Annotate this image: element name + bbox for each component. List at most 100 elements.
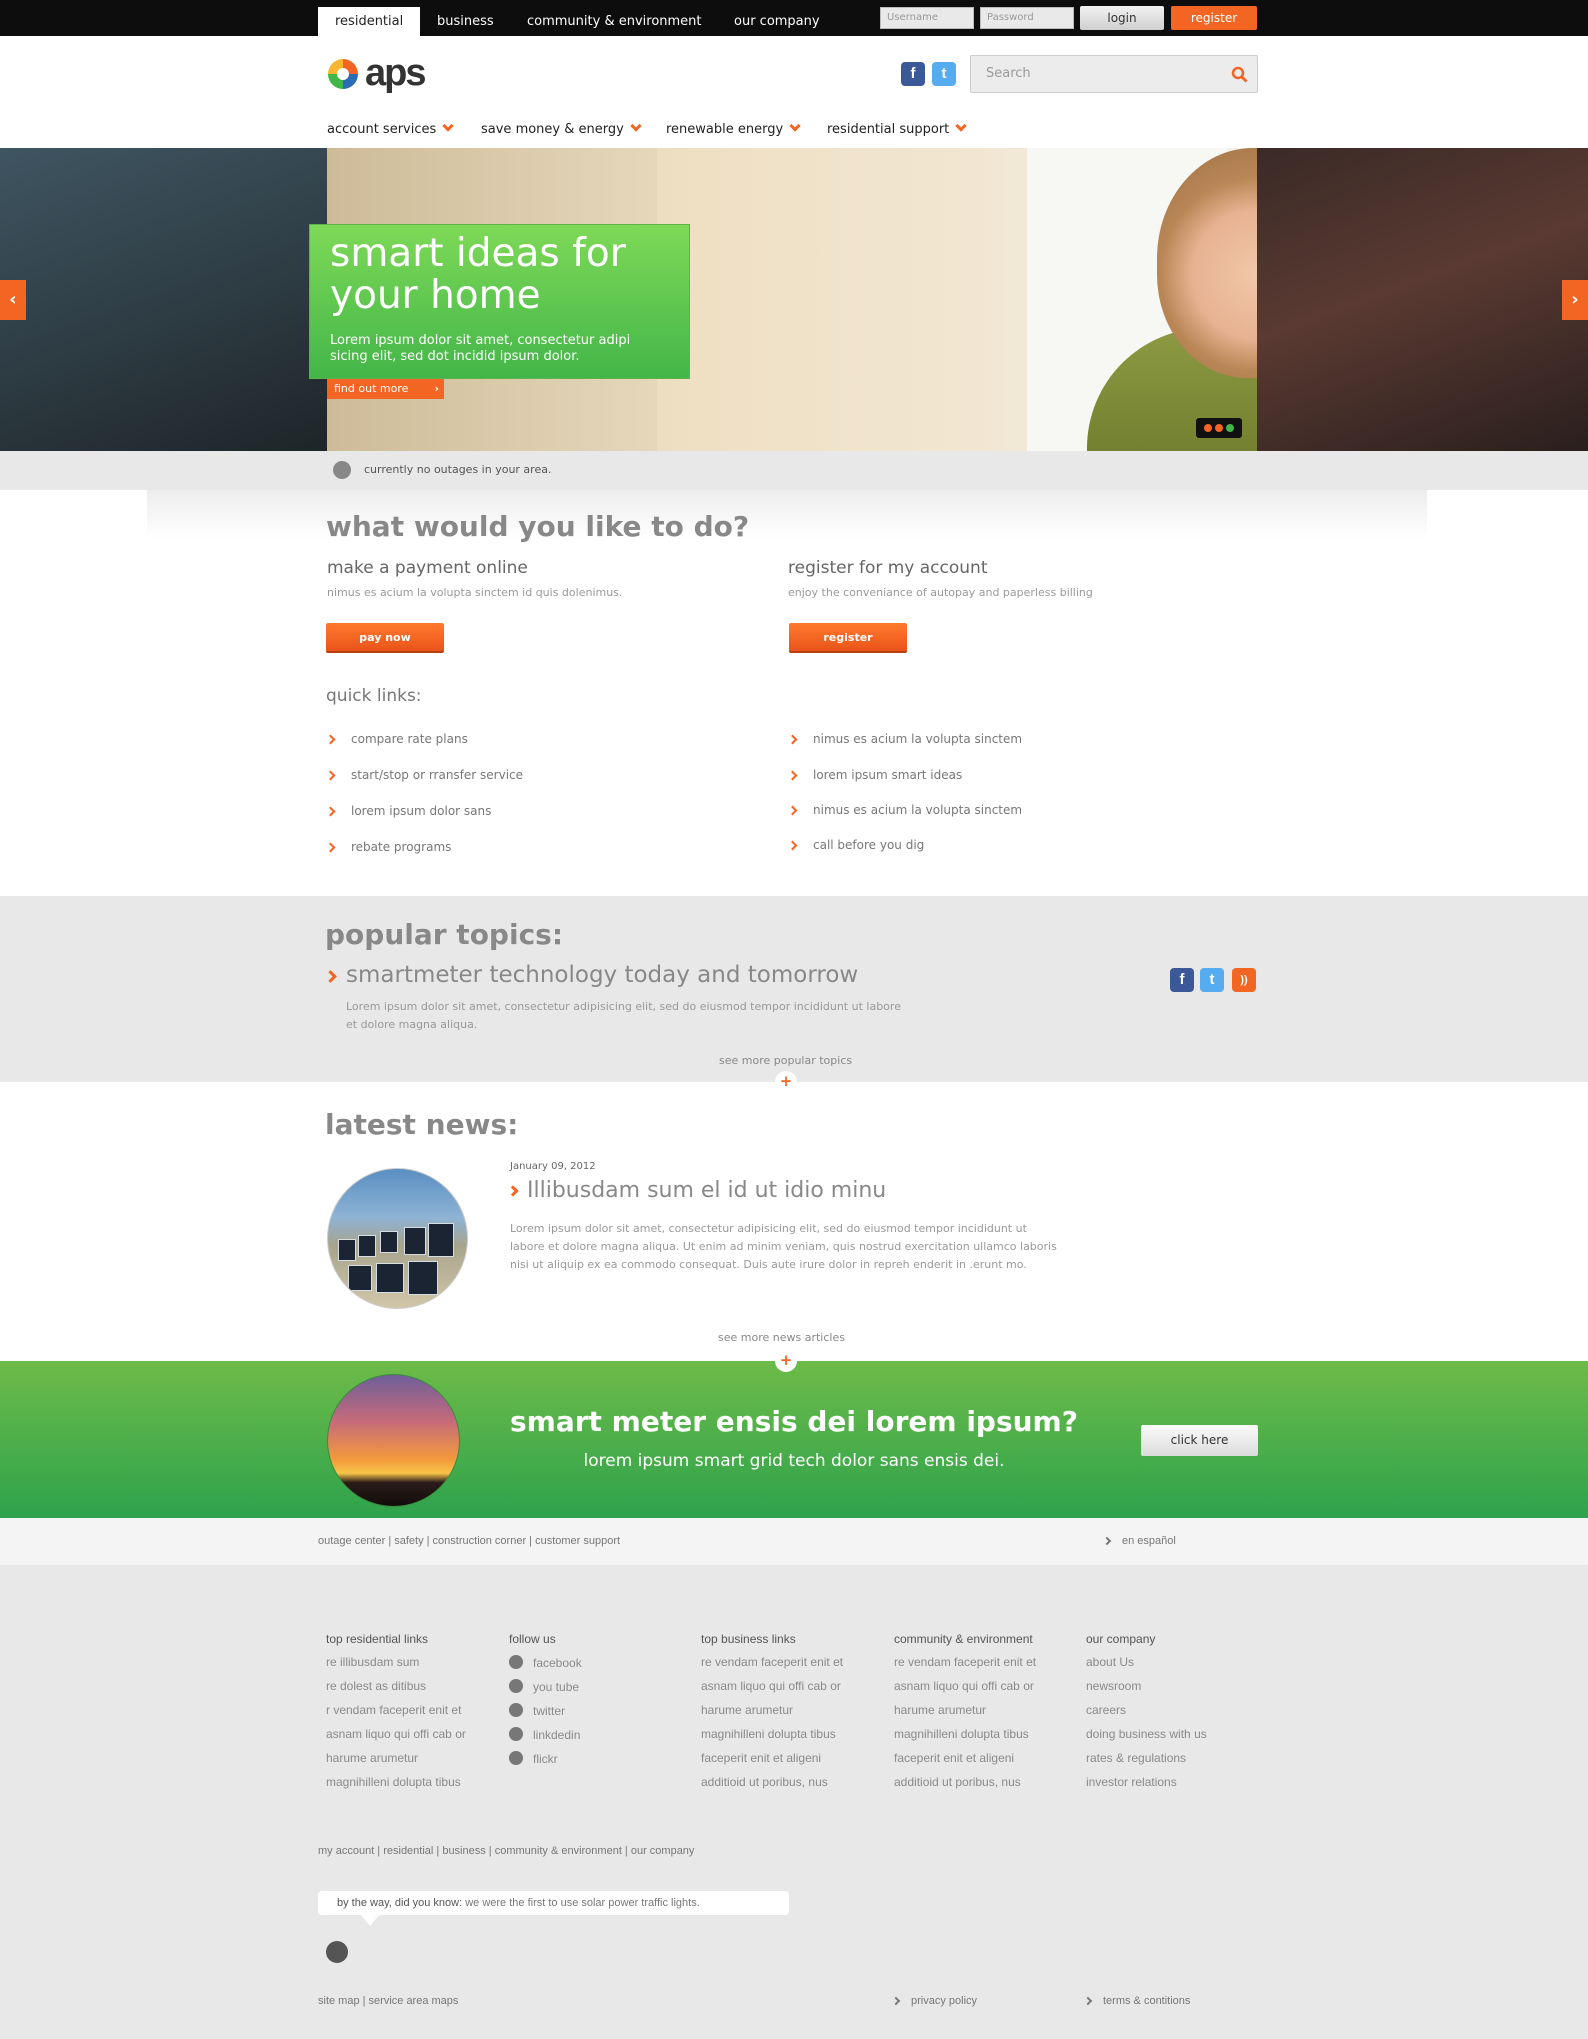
footer-social-flickr[interactable]: flickr — [509, 1751, 582, 1775]
solar-panels-image — [327, 1168, 468, 1309]
quick-link[interactable]: lorem ipsum dolor sans — [325, 804, 491, 818]
tab-community-environment[interactable]: community & environment — [510, 7, 719, 36]
footer-col-community: community & environment re vendam facepe… — [894, 1632, 1036, 1799]
tab-residential[interactable]: residential — [318, 7, 421, 36]
plus-icon[interactable]: + — [775, 1071, 797, 1093]
footer-social-twitter[interactable]: twitter — [509, 1703, 582, 1727]
footer-link[interactable]: faceperit enit et aligeni — [701, 1751, 843, 1775]
carousel-next-button[interactable]: › — [1562, 280, 1588, 320]
login-button[interactable]: login — [1080, 6, 1164, 30]
pager-dot[interactable] — [1226, 424, 1234, 432]
footer-link[interactable]: investor relations — [1086, 1775, 1207, 1799]
promo-subtitle: lorem ipsum smart grid tech dolor sans e… — [583, 1451, 1005, 1471]
news-headline-link[interactable]: Illibusdam sum el id ut idio minu — [527, 1178, 886, 1203]
utility-links[interactable]: outage center | safety | construction co… — [318, 1535, 620, 1547]
news-date: January 09, 2012 — [510, 1161, 596, 1172]
fun-fact-prefix: by the way, did you know: — [337, 1897, 463, 1909]
chevron-right-icon — [1083, 1996, 1093, 2006]
search-icon[interactable] — [1231, 66, 1248, 83]
footer-link[interactable]: harume arumetur — [326, 1751, 466, 1775]
footer-bottom-links[interactable]: site map | service area maps — [318, 1995, 458, 2007]
see-more-news-link[interactable]: see more news articles — [718, 1331, 845, 1344]
hero-title: smart ideas for your home — [330, 231, 626, 318]
carousel-pager[interactable] — [1196, 418, 1242, 438]
register-title: register for my account — [788, 558, 988, 578]
nav-residential-support[interactable]: residential support — [827, 120, 967, 137]
quick-link[interactable]: rebate programs — [325, 840, 451, 854]
nav-account-services[interactable]: account services — [327, 120, 454, 137]
footer-link[interactable]: re vendam faceperit enit et — [894, 1655, 1036, 1679]
nav-save-money[interactable]: save money & energy — [481, 120, 642, 137]
quick-link[interactable]: nimus es acium la volupta sinctem — [787, 732, 1022, 746]
footer-link[interactable]: magnihilleni dolupta tibus — [894, 1727, 1036, 1751]
pager-dot[interactable] — [1215, 424, 1223, 432]
hero-next-slide-image — [1257, 148, 1588, 451]
footer-social-youtube[interactable]: you tube — [509, 1679, 582, 1703]
username-input[interactable]: Username — [880, 7, 974, 29]
popular-topic-body: Lorem ipsum dolor sit amet, consectetur … — [346, 1000, 901, 1031]
footer-link[interactable]: asnam liquo qui offi cab or — [326, 1727, 466, 1751]
twitter-icon[interactable]: t — [932, 62, 956, 86]
footer-heading: our company — [1086, 1632, 1156, 1646]
plus-icon[interactable]: + — [775, 1350, 797, 1372]
register-top-button[interactable]: register — [1171, 6, 1257, 30]
nav-label: renewable energy — [666, 122, 784, 137]
footer-link[interactable]: additioid ut poribus, nus — [701, 1775, 843, 1799]
password-input[interactable]: Password — [980, 7, 1074, 29]
tab-business[interactable]: business — [420, 7, 511, 36]
quick-link[interactable]: nimus es acium la volupta sinctem — [787, 803, 1022, 817]
chevron-right-icon — [787, 840, 798, 851]
footer-link[interactable]: careers — [1086, 1703, 1207, 1727]
payment-title: make a payment online — [327, 558, 528, 578]
find-out-more-button[interactable]: find out more › — [327, 379, 444, 399]
espanol-link[interactable]: en español — [1102, 1535, 1176, 1547]
logo-wordmark[interactable]: aps — [365, 52, 427, 95]
quick-link[interactable]: start/stop or rransfer service — [325, 768, 523, 782]
quick-link[interactable]: lorem ipsum smart ideas — [787, 768, 962, 782]
footer-link[interactable]: doing business with us — [1086, 1727, 1207, 1751]
facebook-icon[interactable]: f — [901, 62, 925, 86]
register-button[interactable]: register — [789, 623, 907, 653]
promo-title: smart meter ensis dei lorem ipsum? — [510, 1405, 1078, 1438]
search-input[interactable]: Search — [970, 55, 1258, 93]
footer-link[interactable]: about Us — [1086, 1655, 1207, 1679]
click-here-button[interactable]: click here — [1141, 1425, 1258, 1456]
footer-link[interactable]: magnihilleni dolupta tibus — [701, 1727, 843, 1751]
footer-nav-links[interactable]: my account | residential | business | co… — [318, 1845, 694, 1857]
facebook-icon[interactable]: f — [1170, 968, 1194, 992]
footer-social-linkedin[interactable]: linkdedin — [509, 1727, 582, 1751]
footer-social-facebook[interactable]: facebook — [509, 1655, 582, 1679]
footer-link[interactable]: faceperit enit et aligeni — [894, 1751, 1036, 1775]
pager-dot[interactable] — [1204, 424, 1212, 432]
footer-link[interactable]: harume arumetur — [894, 1703, 1036, 1727]
quick-link[interactable]: compare rate plans — [325, 732, 468, 746]
terms-link[interactable]: terms & contitions — [1083, 1995, 1190, 2007]
chevron-down-icon — [955, 120, 967, 132]
footer-link[interactable]: harume arumetur — [701, 1703, 843, 1727]
footer-link[interactable]: newsroom — [1086, 1679, 1207, 1703]
aps-logo-icon[interactable] — [325, 56, 361, 92]
nav-renewable-energy[interactable]: renewable energy — [666, 120, 801, 137]
section-title-what: what would you like to do? — [326, 510, 750, 543]
footer-link[interactable]: asnam liquo qui offi cab or — [894, 1679, 1036, 1703]
pay-now-button[interactable]: pay now — [326, 623, 444, 653]
see-more-topics-link[interactable]: see more popular topics — [719, 1054, 852, 1067]
popular-topics-section: popular topics: smartmeter technology to… — [0, 896, 1588, 1093]
footer-link[interactable]: r vendam faceperit enit et — [326, 1703, 466, 1727]
footer-link[interactable]: magnihilleni dolupta tibus — [326, 1775, 466, 1799]
footer-link[interactable]: rates & regulations — [1086, 1751, 1207, 1775]
popular-topic-link[interactable]: smartmeter technology today and tomorrow — [346, 962, 858, 988]
privacy-policy-link[interactable]: privacy policy — [891, 1995, 977, 2007]
carousel-prev-button[interactable]: ‹ — [0, 280, 26, 320]
rss-icon[interactable]: )) — [1232, 968, 1256, 992]
footer-link[interactable]: asnam liquo qui offi cab or — [701, 1679, 843, 1703]
footer-link[interactable]: re illibusdam sum — [326, 1655, 466, 1679]
twitter-icon[interactable]: t — [1200, 968, 1224, 992]
footer-link[interactable]: additioid ut poribus, nus — [894, 1775, 1036, 1799]
footer-col-business: top business links re vendam faceperit e… — [701, 1632, 843, 1799]
footer-link[interactable]: re dolest as ditibus — [326, 1679, 466, 1703]
footer-link[interactable]: re vendam faceperit enit et — [701, 1655, 843, 1679]
tab-our-company[interactable]: our company — [717, 7, 837, 36]
quick-link[interactable]: call before you dig — [787, 838, 924, 852]
chevron-right-icon — [891, 1996, 901, 2006]
